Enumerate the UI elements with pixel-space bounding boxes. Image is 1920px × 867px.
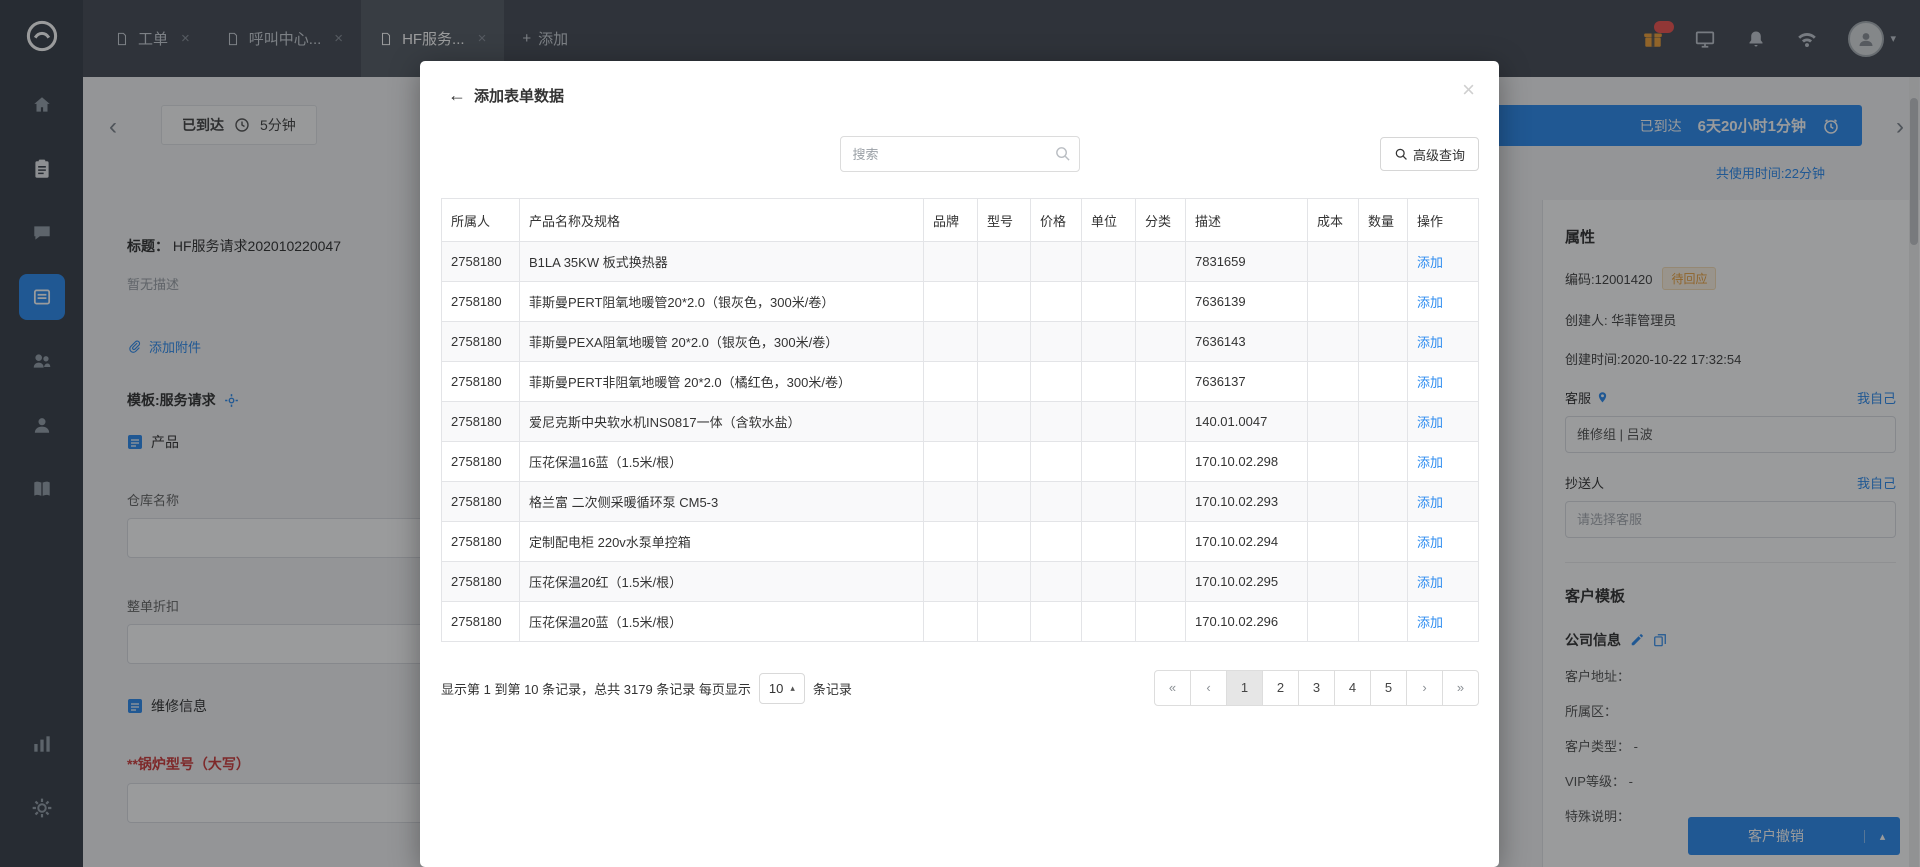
add-link[interactable]: 添加 bbox=[1417, 415, 1443, 430]
table-row: 2758180 爱尼克斯中央软水机INS0817一体（含软水盐） 140.01.… bbox=[442, 402, 1479, 442]
page-size-select[interactable]: 10 ▴ bbox=[759, 673, 805, 704]
summary-prefix: 显示第 1 到第 10 条记录，总共 3179 条记录 每页显示 bbox=[441, 679, 751, 698]
page-button-4[interactable]: 4 bbox=[1334, 670, 1371, 706]
cell-name: 压花保温20蓝（1.5米/根） bbox=[520, 602, 924, 642]
table-row: 2758180 压花保温16蓝（1.5米/根） 170.10.02.298 添加 bbox=[442, 442, 1479, 482]
add-link[interactable]: 添加 bbox=[1417, 455, 1443, 470]
cell-owner: 2758180 bbox=[442, 322, 520, 362]
cell-desc: 170.10.02.295 bbox=[1186, 562, 1308, 602]
cell-owner: 2758180 bbox=[442, 442, 520, 482]
search-icon bbox=[1054, 145, 1071, 167]
pagination: « ‹ 1 2 3 4 5 › » bbox=[1154, 670, 1479, 706]
col-cost: 成本 bbox=[1308, 199, 1359, 242]
advanced-query-button[interactable]: 高级查询 bbox=[1380, 137, 1479, 171]
page-button-5[interactable]: 5 bbox=[1370, 670, 1407, 706]
cell-name: 压花保温20红（1.5米/根） bbox=[520, 562, 924, 602]
add-link[interactable]: 添加 bbox=[1417, 375, 1443, 390]
caret-up-icon: ▴ bbox=[790, 683, 795, 694]
col-category: 分类 bbox=[1136, 199, 1186, 242]
cell-desc: 7831659 bbox=[1186, 242, 1308, 282]
cell-desc: 170.10.02.293 bbox=[1186, 482, 1308, 522]
col-product-name: 产品名称及规格 bbox=[520, 199, 924, 242]
cell-desc: 7636137 bbox=[1186, 362, 1308, 402]
cell-desc: 7636143 bbox=[1186, 322, 1308, 362]
add-link[interactable]: 添加 bbox=[1417, 295, 1443, 310]
cell-owner: 2758180 bbox=[442, 482, 520, 522]
page-first-button[interactable]: « bbox=[1154, 670, 1191, 706]
table-row: 2758180 菲斯曼PEXA阻氧地暖管 20*2.0（银灰色，300米/卷） … bbox=[442, 322, 1479, 362]
search-input[interactable] bbox=[840, 136, 1080, 172]
cell-desc: 140.01.0047 bbox=[1186, 402, 1308, 442]
add-link[interactable]: 添加 bbox=[1417, 535, 1443, 550]
col-owner: 所属人 bbox=[442, 199, 520, 242]
modal-title: 添加表单数据 bbox=[474, 85, 564, 106]
add-link[interactable]: 添加 bbox=[1417, 335, 1443, 350]
table-row: 2758180 B1LA 35KW 板式换热器 7831659 添加 bbox=[442, 242, 1479, 282]
col-brand: 品牌 bbox=[924, 199, 978, 242]
add-form-data-modal: ← 添加表单数据 × 高级查询 所属人 产品名称及规格 品牌 bbox=[420, 61, 1499, 867]
table-header-row: 所属人 产品名称及规格 品牌 型号 价格 单位 分类 描述 成本 数量 操作 bbox=[442, 199, 1479, 242]
page-next-button[interactable]: › bbox=[1406, 670, 1443, 706]
table-row: 2758180 格兰富 二次侧采暖循环泵 CM5-3 170.10.02.293… bbox=[442, 482, 1479, 522]
cell-owner: 2758180 bbox=[442, 402, 520, 442]
search-icon bbox=[1394, 147, 1408, 161]
table-row: 2758180 压花保温20红（1.5米/根） 170.10.02.295 添加 bbox=[442, 562, 1479, 602]
add-link[interactable]: 添加 bbox=[1417, 495, 1443, 510]
cell-desc: 170.10.02.294 bbox=[1186, 522, 1308, 562]
pagination-summary: 显示第 1 到第 10 条记录，总共 3179 条记录 每页显示 10 ▴ 条记… bbox=[441, 673, 852, 704]
table-row: 2758180 菲斯曼PERT非阻氧地暖管 20*2.0（橘红色，300米/卷）… bbox=[442, 362, 1479, 402]
page-button-2[interactable]: 2 bbox=[1262, 670, 1299, 706]
table-row: 2758180 菲斯曼PERT阻氧地暖管20*2.0（银灰色，300米/卷） 7… bbox=[442, 282, 1479, 322]
col-quantity: 数量 bbox=[1359, 199, 1408, 242]
summary-suffix: 条记录 bbox=[813, 679, 852, 698]
col-description: 描述 bbox=[1186, 199, 1308, 242]
page-button-3[interactable]: 3 bbox=[1298, 670, 1335, 706]
page-last-button[interactable]: » bbox=[1442, 670, 1479, 706]
back-arrow-icon[interactable]: ← bbox=[448, 85, 466, 106]
cell-name: 压花保温16蓝（1.5米/根） bbox=[520, 442, 924, 482]
col-model: 型号 bbox=[978, 199, 1031, 242]
add-link[interactable]: 添加 bbox=[1417, 615, 1443, 630]
cell-name: 定制配电柜 220v水泵单控箱 bbox=[520, 522, 924, 562]
cell-owner: 2758180 bbox=[442, 242, 520, 282]
add-link[interactable]: 添加 bbox=[1417, 575, 1443, 590]
cell-owner: 2758180 bbox=[442, 282, 520, 322]
col-actions: 操作 bbox=[1408, 199, 1479, 242]
table-row: 2758180 压花保温20蓝（1.5米/根） 170.10.02.296 添加 bbox=[442, 602, 1479, 642]
close-icon[interactable]: × bbox=[1462, 77, 1475, 103]
advanced-query-label: 高级查询 bbox=[1413, 145, 1465, 164]
page-size-value: 10 bbox=[769, 681, 783, 696]
cell-owner: 2758180 bbox=[442, 602, 520, 642]
cell-name: 菲斯曼PERT阻氧地暖管20*2.0（银灰色，300米/卷） bbox=[520, 282, 924, 322]
cell-owner: 2758180 bbox=[442, 562, 520, 602]
cell-desc: 7636139 bbox=[1186, 282, 1308, 322]
col-price: 价格 bbox=[1031, 199, 1082, 242]
table-row: 2758180 定制配电柜 220v水泵单控箱 170.10.02.294 添加 bbox=[442, 522, 1479, 562]
cell-owner: 2758180 bbox=[442, 522, 520, 562]
add-link[interactable]: 添加 bbox=[1417, 255, 1443, 270]
cell-desc: 170.10.02.296 bbox=[1186, 602, 1308, 642]
cell-name: 爱尼克斯中央软水机INS0817一体（含软水盐） bbox=[520, 402, 924, 442]
cell-desc: 170.10.02.298 bbox=[1186, 442, 1308, 482]
cell-owner: 2758180 bbox=[442, 362, 520, 402]
cell-name: 菲斯曼PEXA阻氧地暖管 20*2.0（银灰色，300米/卷） bbox=[520, 322, 924, 362]
cell-name: 菲斯曼PERT非阻氧地暖管 20*2.0（橘红色，300米/卷） bbox=[520, 362, 924, 402]
page-prev-button[interactable]: ‹ bbox=[1190, 670, 1227, 706]
col-unit: 单位 bbox=[1082, 199, 1136, 242]
cell-name: 格兰富 二次侧采暖循环泵 CM5-3 bbox=[520, 482, 924, 522]
cell-name: B1LA 35KW 板式换热器 bbox=[520, 242, 924, 282]
page-button-1[interactable]: 1 bbox=[1226, 670, 1263, 706]
products-table: 所属人 产品名称及规格 品牌 型号 价格 单位 分类 描述 成本 数量 操作 2… bbox=[441, 198, 1479, 642]
